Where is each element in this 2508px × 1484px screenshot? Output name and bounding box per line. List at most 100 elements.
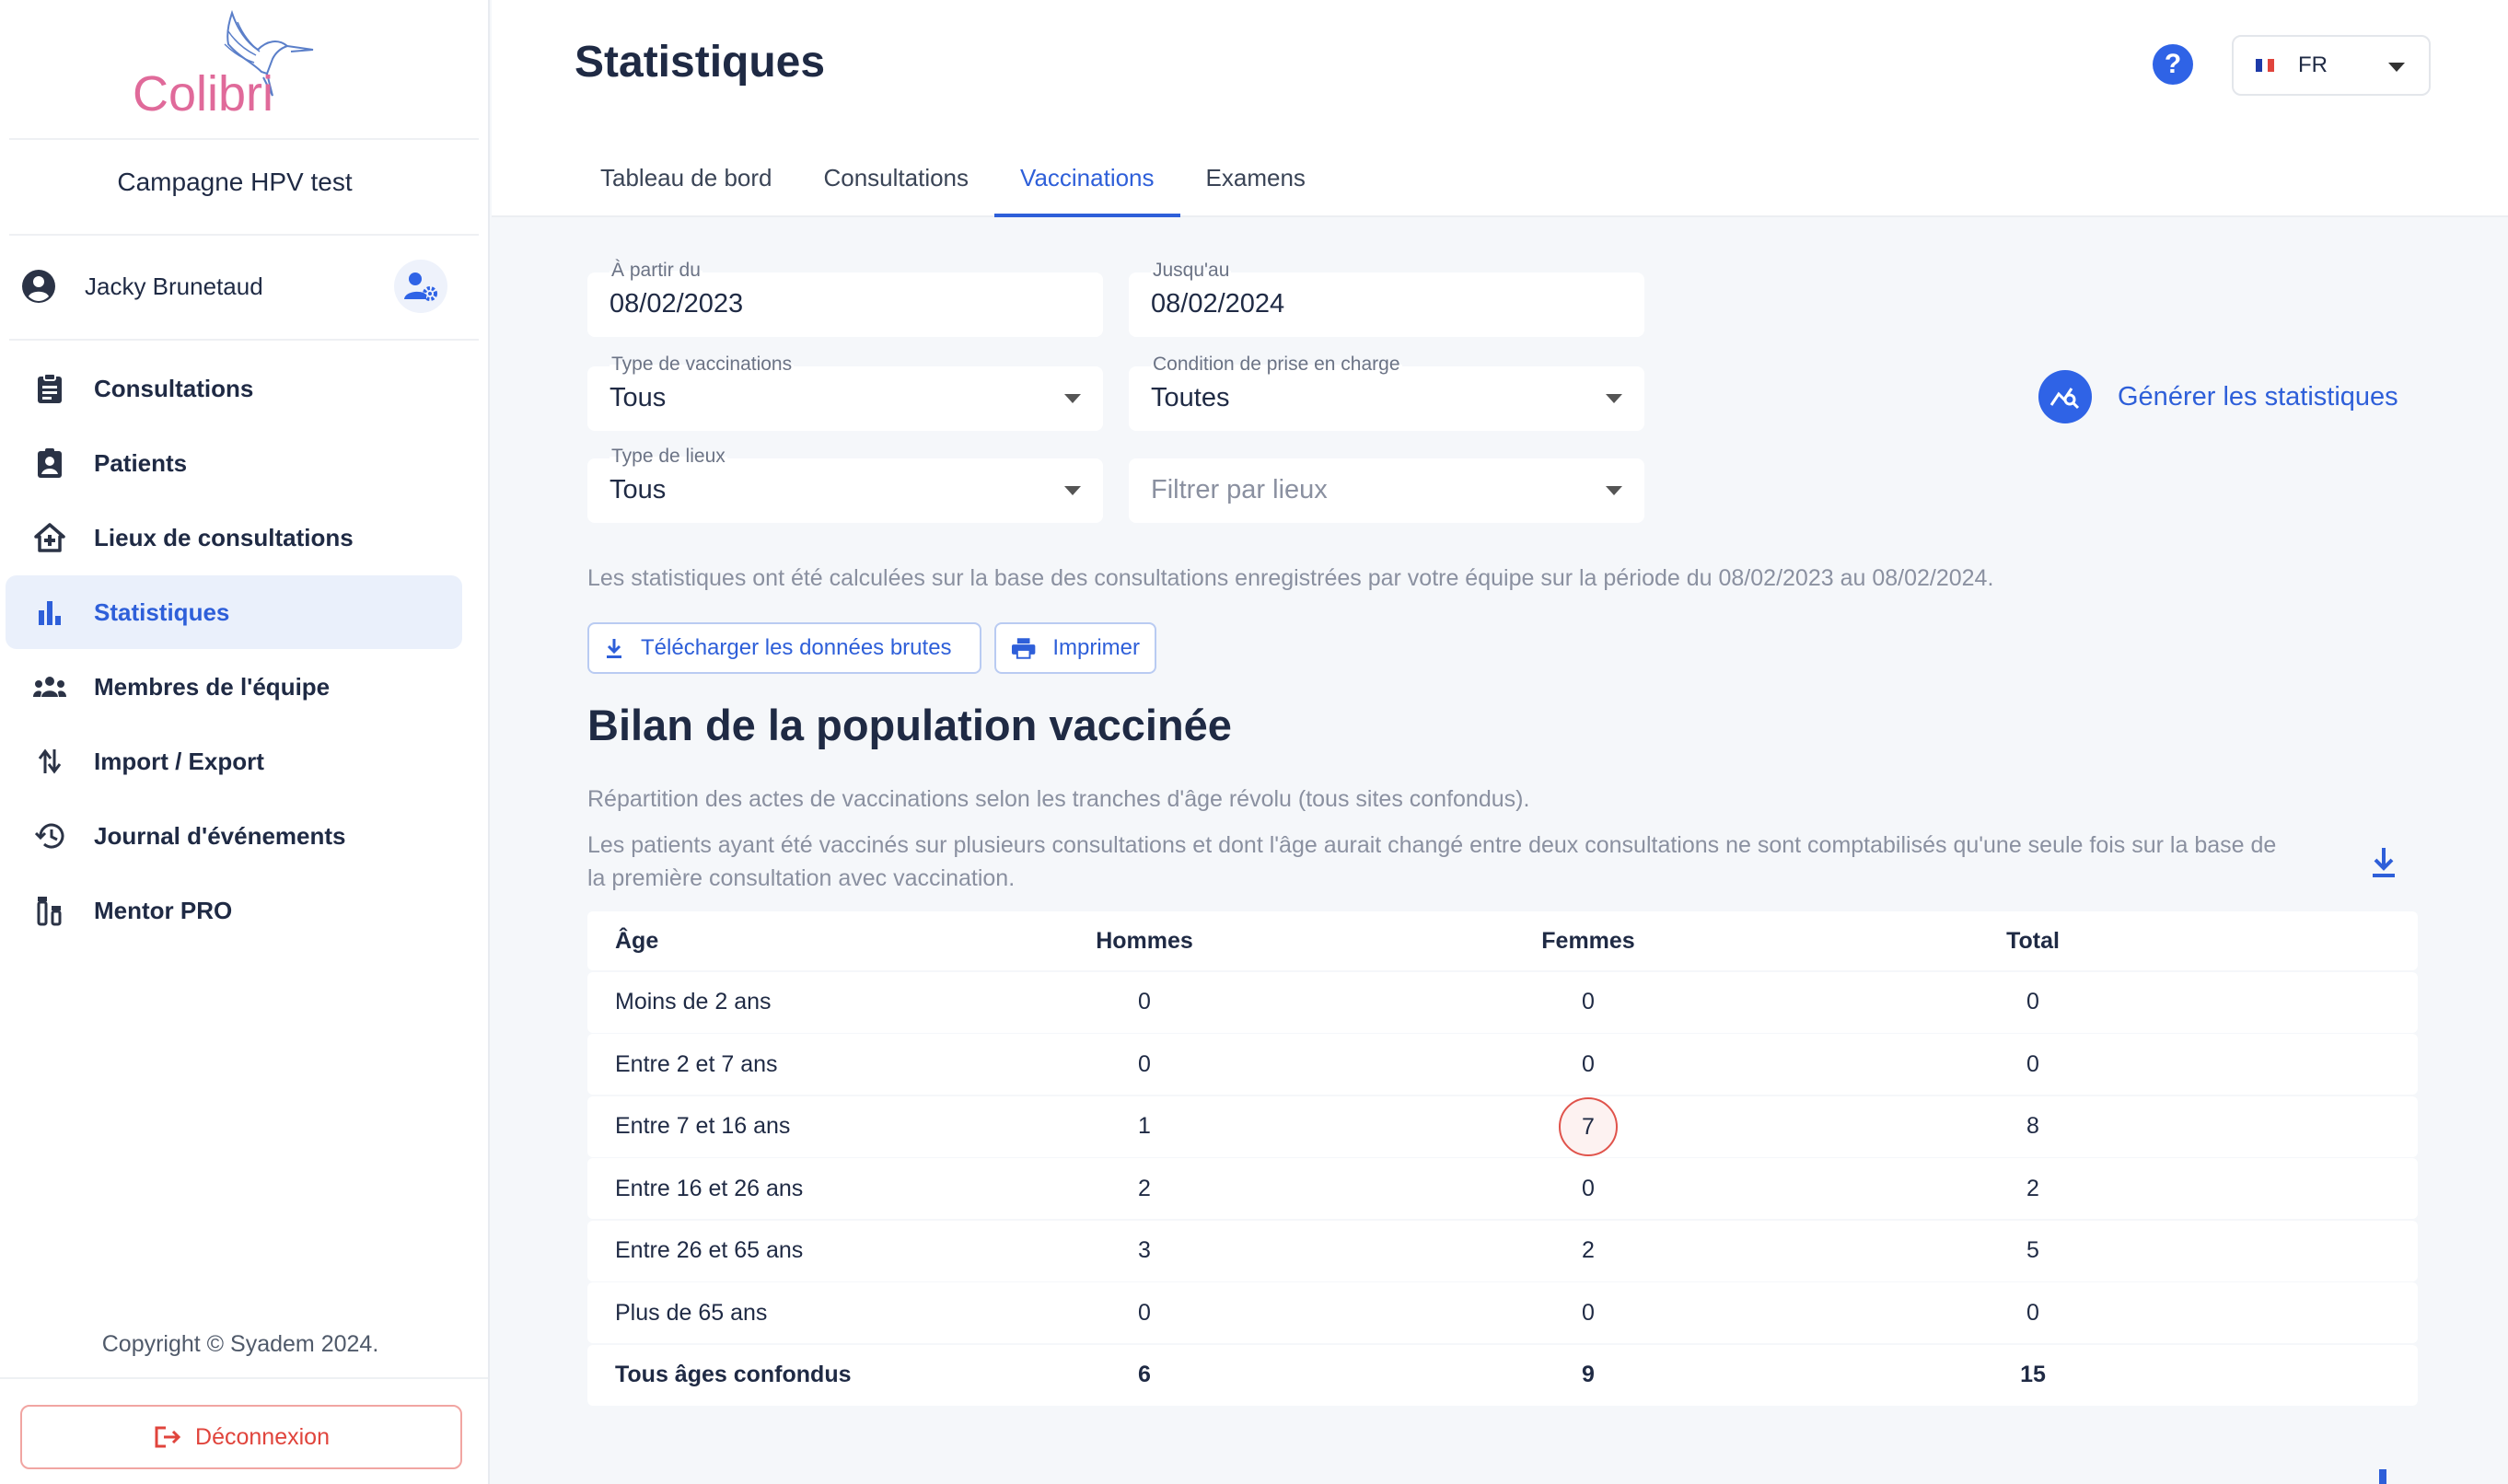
svg-text:Colibri: Colibri: [133, 66, 273, 122]
language-select[interactable]: FR: [2232, 35, 2431, 96]
condition-select[interactable]: Condition de prise en charge Toutes: [1129, 354, 1644, 431]
cell-age: Entre 16 et 26 ans: [615, 1175, 804, 1201]
print-label: Imprimer: [1052, 635, 1140, 660]
sidebar-item-import-export[interactable]: Import / Export: [6, 725, 462, 798]
sidebar-item-consultations[interactable]: Consultations: [6, 352, 462, 425]
sidebar-item-label: Import / Export: [94, 747, 264, 775]
chevron-down-icon: [2388, 63, 2405, 72]
sidebar-item-mentor[interactable]: Mentor PRO: [6, 874, 462, 947]
bar-chart-icon: [33, 596, 66, 629]
help-icon: ?: [2164, 49, 2182, 79]
section-note-line2: la première consultation avec vaccinatio…: [587, 865, 1016, 891]
tab-consultations[interactable]: Consultations: [797, 138, 994, 217]
download-next-icon[interactable]: [2379, 1469, 2386, 1484]
cell-total: 8: [2026, 1113, 2039, 1139]
language-value: FR: [2298, 52, 2328, 77]
logout-button[interactable]: Déconnexion: [20, 1405, 462, 1469]
cell-total: 0: [2026, 989, 2039, 1014]
header: Statistiques ? FR Tableau de bord Consul…: [492, 0, 2508, 217]
table-row: Entre 7 et 16 ans 1 7 8: [587, 1096, 2418, 1157]
place-filter-placeholder: Filtrer par lieux: [1151, 475, 1328, 504]
cell-femmes-wrap: 7: [1324, 1096, 1852, 1156]
condition-label: Condition de prise en charge: [1151, 354, 1402, 376]
cell-hommes: 2: [1138, 1175, 1151, 1201]
from-date-field[interactable]: À partir du 08/02/2023: [587, 260, 1103, 337]
sidebar-item-label: Statistiques: [94, 597, 230, 626]
cell-total: 2: [2026, 1175, 2039, 1201]
cell-hommes: 0: [1138, 1050, 1151, 1077]
sidebar-item-label: Mentor PRO: [94, 896, 233, 924]
vaccine-vial-icon: [33, 894, 66, 927]
user-settings-button[interactable]: [394, 260, 447, 313]
user-name: Jacky Brunetaud: [85, 272, 263, 300]
footer-age: Tous âges confondus: [615, 1362, 852, 1387]
printer-icon: [1011, 638, 1036, 659]
sidebar-item-statistiques[interactable]: Statistiques: [6, 575, 462, 649]
footer-total: 15: [2020, 1362, 2046, 1387]
to-date-value: 08/02/2024: [1151, 289, 1285, 319]
header-total: Total: [2006, 927, 2060, 954]
section-description: Répartition des actes de vaccinations se…: [587, 786, 1530, 812]
footer-hommes: 6: [1138, 1362, 1151, 1387]
chevron-down-icon: [1606, 394, 1622, 403]
team-icon: [33, 670, 66, 703]
table-header-row: Âge Hommes Femmes Total: [587, 911, 2418, 970]
user-avatar-icon: [22, 270, 55, 303]
cell-total: 5: [2026, 1237, 2039, 1263]
footer-femmes: 9: [1582, 1362, 1595, 1387]
cell-total: 0: [2026, 1050, 2039, 1077]
sidebar: Colibri Campagne HPV test Jacky Brunetau…: [0, 0, 490, 1484]
tab-tableau-de-bord[interactable]: Tableau de bord: [575, 138, 797, 217]
sidebar-item-journal[interactable]: Journal d'événements: [6, 799, 462, 873]
history-icon: [33, 819, 66, 852]
sidebar-item-lieux[interactable]: Lieux de consultations: [6, 501, 462, 574]
tabs: Tableau de bord Consultations Vaccinatio…: [575, 138, 1331, 217]
user-row: Jacky Brunetaud: [20, 260, 451, 313]
vaccination-type-value: Tous: [610, 383, 667, 412]
patient-badge-icon: [33, 446, 66, 480]
cell-age: Plus de 65 ans: [615, 1299, 768, 1326]
place-filter-select[interactable]: Filtrer par lieux: [1129, 458, 1644, 523]
tab-vaccinations[interactable]: Vaccinations: [994, 138, 1180, 217]
logout-label: Déconnexion: [195, 1423, 330, 1450]
download-table-icon[interactable]: [2368, 845, 2399, 880]
generate-stats-label: Générer les statistiques: [2118, 381, 2398, 412]
user-gear-icon: [404, 272, 437, 301]
help-button[interactable]: ?: [2153, 44, 2193, 85]
cell-hommes: 0: [1138, 1299, 1151, 1326]
chevron-down-icon: [1064, 394, 1081, 403]
cell-age: Entre 7 et 16 ans: [615, 1113, 791, 1139]
to-date-field[interactable]: Jusqu'au 08/02/2024: [1129, 260, 1644, 337]
sidebar-item-label: Journal d'événements: [94, 821, 346, 850]
campaign-name: Campagne HPV test: [117, 168, 353, 196]
generate-stats-button[interactable]: Générer les statistiques: [2038, 370, 2398, 423]
cell-femmes: 0: [1582, 1050, 1595, 1077]
tab-examens[interactable]: Examens: [1180, 138, 1331, 217]
table-row: Moins de 2 ans 0 0 0: [587, 971, 2418, 1033]
import-export-icon: [33, 745, 66, 778]
sidebar-item-membres[interactable]: Membres de l'équipe: [6, 650, 462, 724]
cell-hommes: 0: [1138, 989, 1151, 1014]
cell-total: 0: [2026, 1299, 2039, 1326]
table-footer-row: Tous âges confondus 6 9 15: [587, 1344, 2418, 1406]
sidebar-item-label: Lieux de consultations: [94, 523, 354, 551]
table-row: Plus de 65 ans 0 0 0: [587, 1282, 2418, 1343]
info-text: Les statistiques ont été calculées sur l…: [587, 565, 1994, 591]
cell-femmes: 0: [1582, 1299, 1595, 1326]
sidebar-item-patients[interactable]: Patients: [6, 426, 462, 500]
vaccination-type-label: Type de vaccinations: [610, 354, 795, 376]
download-raw-button[interactable]: Télécharger les données brutes: [587, 622, 981, 674]
header-hommes: Hommes: [1096, 927, 1193, 954]
sidebar-nav: Consultations Patients Lieux de consulta…: [6, 352, 462, 948]
sidebar-item-label: Patients: [94, 448, 188, 477]
vaccination-type-select[interactable]: Type de vaccinations Tous: [587, 354, 1103, 431]
condition-value: Toutes: [1151, 383, 1230, 412]
colibri-logo[interactable]: Colibri: [129, 7, 331, 127]
table-row: Entre 16 et 26 ans 2 0 2: [587, 1158, 2418, 1219]
print-button[interactable]: Imprimer: [994, 622, 1156, 674]
place-type-label: Type de lieux: [610, 446, 727, 468]
download-icon: [607, 639, 621, 658]
chart-search-icon: [2038, 370, 2092, 423]
place-type-select[interactable]: Type de lieux Tous: [587, 446, 1103, 523]
cell-age: Moins de 2 ans: [615, 989, 772, 1014]
